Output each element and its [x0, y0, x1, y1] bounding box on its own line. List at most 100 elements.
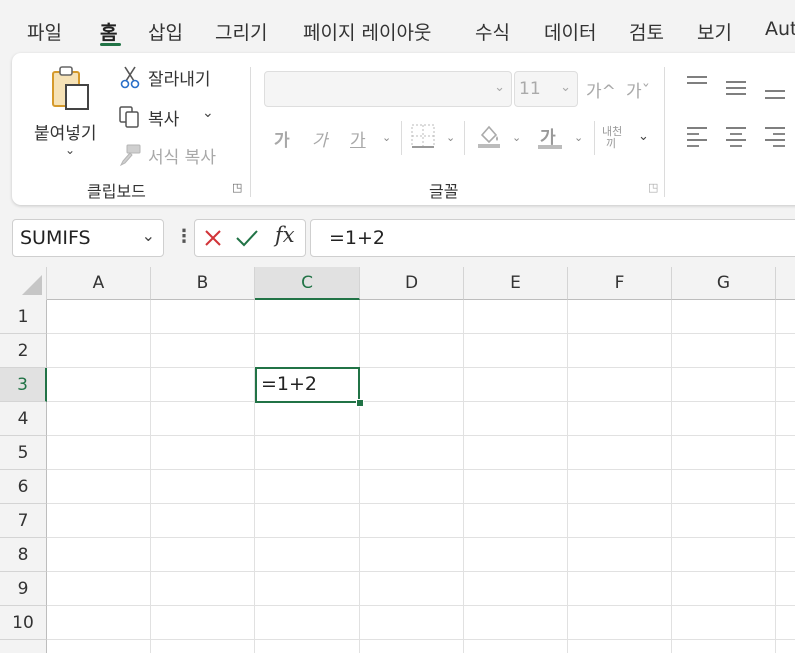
column-header-a[interactable]: A: [47, 267, 151, 300]
format-painter-label: 서식 복사: [148, 148, 216, 168]
tab-data[interactable]: 데이터: [544, 18, 596, 45]
font-size-chevron-down-icon: ⌄: [560, 80, 571, 95]
clipboard-dialog-launcher-icon[interactable]: ◳: [232, 181, 242, 194]
align-middle-icon[interactable]: [724, 79, 748, 97]
bold-button[interactable]: 가: [274, 126, 290, 151]
tab-home[interactable]: 홈: [100, 18, 117, 45]
column-header-b[interactable]: B: [151, 267, 255, 300]
phonetic-guide-bottom: 끼: [606, 137, 617, 150]
gridline: [47, 639, 795, 640]
tab-automate[interactable]: Aut: [765, 18, 795, 40]
tab-page-layout[interactable]: 페이지 레이아웃: [303, 18, 431, 45]
paste-label: 붙여넣기: [34, 124, 97, 144]
font-size-value: 11: [519, 79, 541, 99]
gridline: [47, 537, 795, 538]
ribbon-tabs: 파일 홈 삽입 그리기 페이지 레이아웃 수식 데이터 검토 보기 Aut: [0, 0, 795, 52]
copy-icon: [119, 106, 139, 128]
column-header-c[interactable]: C: [255, 267, 360, 300]
column-header-g[interactable]: G: [672, 267, 776, 300]
font-color-button[interactable]: 가: [536, 121, 564, 151]
decrease-font-size-button[interactable]: 가ˇ: [626, 77, 650, 102]
gridline: [47, 503, 795, 504]
name-box-chevron-down-icon[interactable]: ⌄: [142, 226, 155, 245]
borders-dropdown-icon[interactable]: ⌄: [446, 131, 455, 144]
row-header-3[interactable]: 3: [0, 368, 47, 402]
divider: [401, 121, 402, 155]
row-header-8[interactable]: 8: [0, 538, 47, 572]
gridline: [47, 605, 795, 606]
cut-button[interactable]: 잘라내기: [118, 63, 248, 91]
formula-input[interactable]: =1+2: [310, 219, 795, 257]
column-header-e[interactable]: E: [464, 267, 568, 300]
gridline: [359, 300, 360, 653]
active-cell-c3[interactable]: =1+2: [255, 367, 360, 403]
column-header-f[interactable]: F: [568, 267, 672, 300]
worksheet-grid[interactable]: A B C D E F G 1 2 3 4 5 6 7 8 9 10 =1+2: [0, 267, 795, 653]
scissors-icon: [120, 66, 140, 89]
fill-color-dropdown-icon[interactable]: ⌄: [512, 131, 521, 144]
gridline: [775, 300, 776, 653]
paste-button[interactable]: 붙여넣기 ⌄: [26, 63, 108, 169]
font-name-combo[interactable]: ⌄: [264, 71, 512, 107]
gridline: [47, 469, 795, 470]
borders-icon[interactable]: [410, 123, 436, 149]
paste-icon: [52, 66, 89, 110]
row-header-4[interactable]: 4: [0, 402, 47, 436]
row-header-7[interactable]: 7: [0, 504, 47, 538]
row-header-5[interactable]: 5: [0, 436, 47, 470]
name-box[interactable]: SUMIFS ⌄: [12, 219, 164, 257]
underline-dropdown-icon[interactable]: ⌄: [382, 131, 391, 144]
tab-file[interactable]: 파일: [27, 18, 62, 45]
fill-handle[interactable]: [356, 399, 364, 407]
row-header-2[interactable]: 2: [0, 334, 47, 368]
gridline: [254, 300, 255, 653]
tab-draw[interactable]: 그리기: [215, 18, 267, 45]
increase-font-size-button[interactable]: 가^: [586, 77, 616, 102]
row-header-1[interactable]: 1: [0, 300, 47, 334]
enter-check-icon[interactable]: [235, 228, 259, 248]
fill-color-icon[interactable]: [476, 123, 502, 149]
more-options-icon[interactable]: ⋮: [175, 226, 193, 247]
cancel-icon[interactable]: [203, 228, 223, 248]
align-center-icon[interactable]: [724, 125, 748, 147]
underline-button[interactable]: 가: [350, 126, 366, 151]
clipboard-group-label: 클립보드: [87, 182, 146, 201]
phonetic-dropdown-icon[interactable]: ⌄: [638, 129, 649, 144]
column-header-d[interactable]: D: [360, 267, 464, 300]
italic-button[interactable]: 가: [312, 126, 328, 151]
font-color-dropdown-icon[interactable]: ⌄: [574, 131, 583, 144]
tab-review[interactable]: 검토: [629, 18, 664, 45]
font-size-combo[interactable]: 11 ⌄: [514, 71, 578, 107]
cell-c3-value: =1+2: [261, 373, 318, 395]
tab-formulas[interactable]: 수식: [475, 18, 510, 45]
row-header-10[interactable]: 10: [0, 606, 47, 640]
gridline: [567, 300, 568, 653]
format-painter-button[interactable]: 서식 복사: [118, 141, 248, 169]
paste-dropdown-icon[interactable]: ⌄: [65, 143, 75, 157]
cut-label: 잘라내기: [148, 70, 211, 90]
select-all-button[interactable]: [0, 267, 47, 301]
align-top-icon[interactable]: [685, 75, 709, 93]
gridline: [47, 435, 795, 436]
align-right-icon[interactable]: [763, 125, 787, 147]
gridline: [47, 367, 795, 368]
row-header-11[interactable]: [0, 640, 47, 653]
paintbrush-icon: [119, 144, 141, 167]
gridline: [150, 300, 151, 653]
font-name-chevron-down-icon: ⌄: [494, 80, 505, 95]
phonetic-guide-button[interactable]: 내천 끼: [602, 121, 632, 151]
gridline: [47, 571, 795, 572]
font-dialog-launcher-icon[interactable]: ◳: [648, 181, 658, 194]
row-header-9[interactable]: 9: [0, 572, 47, 606]
divider: [464, 121, 465, 155]
column-header-next[interactable]: [776, 267, 795, 300]
align-left-icon[interactable]: [685, 125, 709, 147]
tab-insert[interactable]: 삽입: [148, 18, 183, 45]
copy-dropdown-icon[interactable]: ⌄: [202, 105, 214, 121]
insert-function-button[interactable]: fx: [275, 223, 295, 247]
align-bottom-icon[interactable]: [763, 83, 787, 101]
tab-view[interactable]: 보기: [697, 18, 732, 45]
gridline: [671, 300, 672, 653]
row-header-6[interactable]: 6: [0, 470, 47, 504]
formula-controls: fx: [194, 219, 306, 257]
